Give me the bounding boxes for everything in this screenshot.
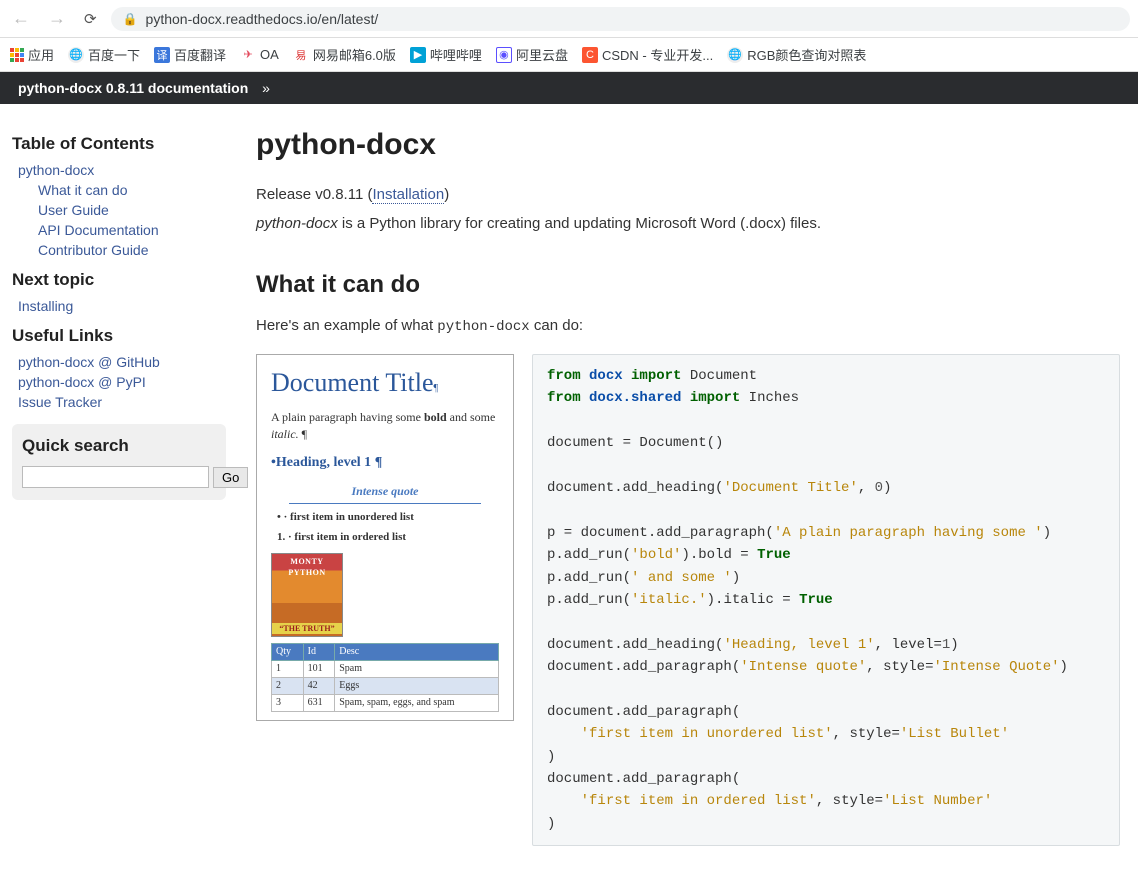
search-input[interactable]: [22, 466, 209, 488]
translate-icon: 译: [154, 47, 170, 63]
release-line: Release v0.8.11 (Installation): [256, 184, 1120, 207]
reload-icon[interactable]: ⟳: [80, 10, 101, 28]
csdn-icon: C: [582, 47, 598, 63]
next-topic-link[interactable]: Installing: [18, 298, 73, 314]
globe-icon: 🌐: [727, 47, 743, 63]
link-github[interactable]: python-docx @ GitHub: [18, 354, 160, 370]
bookmark-aliyun[interactable]: ◉阿里云盘: [496, 45, 568, 64]
preview-ol-item: 1. · first item in ordered list: [277, 530, 499, 545]
mail-icon: 易: [293, 47, 309, 63]
browser-toolbar: ← → ⟳ 🔒 python-docx.readthedocs.io/en/la…: [0, 0, 1138, 38]
address-bar[interactable]: 🔒 python-docx.readthedocs.io/en/latest/: [111, 7, 1130, 31]
bookmark-oa[interactable]: ✈OA: [240, 47, 279, 63]
preview-paragraph: A plain paragraph having some bold and s…: [271, 409, 499, 443]
doc-title[interactable]: python-docx 0.8.11 documentation: [18, 80, 248, 96]
table-row: 3631Spam, spam, eggs, and spam: [272, 695, 499, 712]
main-content: python-docx Release v0.8.11 (Installatio…: [238, 104, 1138, 886]
section-heading: What it can do: [256, 271, 1120, 299]
link-pypi[interactable]: python-docx @ PyPI: [18, 374, 146, 390]
sidebar: Table of Contents python-docx What it ca…: [0, 104, 238, 886]
link-tracker[interactable]: Issue Tracker: [18, 394, 102, 410]
preview-quote: Intense quote: [289, 479, 481, 505]
apps-icon: [10, 48, 24, 62]
code-example: from docx import Document from docx.shar…: [532, 354, 1120, 846]
preview-title: Document Title¶: [271, 365, 499, 401]
bookmark-bar: 应用 🌐百度一下 译百度翻译 ✈OA 易网易邮箱6.0版 ▶哔哩哔哩 ◉阿里云盘…: [0, 38, 1138, 72]
globe-icon: 🌐: [68, 47, 84, 63]
bookmark-csdn[interactable]: CCSDN - 专业开发...: [582, 45, 713, 64]
toc-item[interactable]: User Guide: [38, 202, 109, 218]
quick-search-title: Quick search: [22, 436, 216, 456]
paper-plane-icon: ✈: [240, 47, 256, 63]
toc-item[interactable]: What it can do: [38, 182, 128, 198]
bookmark-bilibili[interactable]: ▶哔哩哔哩: [410, 45, 482, 64]
toc-item[interactable]: Contributor Guide: [38, 242, 149, 258]
toc-item[interactable]: API Documentation: [38, 222, 159, 238]
example-intro: Here's an example of what python-docx ca…: [256, 315, 1120, 338]
apps-button[interactable]: 应用: [10, 45, 54, 64]
lock-icon: 🔒: [123, 12, 138, 26]
url-text: python-docx.readthedocs.io/en/latest/: [146, 11, 379, 27]
bookmark-fanyi[interactable]: 译百度翻译: [154, 45, 226, 64]
installation-link[interactable]: Installation: [372, 186, 444, 204]
bookmark-baidu[interactable]: 🌐百度一下: [68, 45, 140, 64]
preview-table: QtyIdDesc 1101Spam 242Eggs 3631Spam, spa…: [271, 643, 499, 712]
breadcrumb-separator: »: [262, 80, 270, 96]
table-row: 1101Spam: [272, 661, 499, 678]
forward-icon[interactable]: →: [44, 8, 70, 29]
page-title: python-docx: [256, 128, 1120, 162]
table-row: 242Eggs: [272, 678, 499, 695]
preview-heading: •Heading, level 1 ¶: [271, 453, 499, 473]
bookmark-mail163[interactable]: 易网易邮箱6.0版: [293, 45, 396, 64]
preview-image: MONTY PYTHON “THE TRUTH”: [271, 553, 343, 637]
quick-search-box: Quick search Go: [12, 424, 226, 500]
toc-heading: Table of Contents: [12, 134, 226, 154]
bookmark-rgb[interactable]: 🌐RGB颜色查询对照表: [727, 45, 866, 64]
useful-links-heading: Useful Links: [12, 326, 226, 346]
cloud-icon: ◉: [496, 47, 512, 63]
preview-ul-item: first item in unordered list: [277, 510, 499, 525]
toc-root[interactable]: python-docx: [18, 162, 94, 178]
breadcrumb-bar: python-docx 0.8.11 documentation »: [0, 72, 1138, 104]
back-icon[interactable]: ←: [8, 8, 34, 29]
tv-icon: ▶: [410, 47, 426, 63]
intro-paragraph: python-docx is a Python library for crea…: [256, 213, 1120, 236]
document-preview: Document Title¶ A plain paragraph having…: [256, 354, 514, 721]
next-topic-heading: Next topic: [12, 270, 226, 290]
